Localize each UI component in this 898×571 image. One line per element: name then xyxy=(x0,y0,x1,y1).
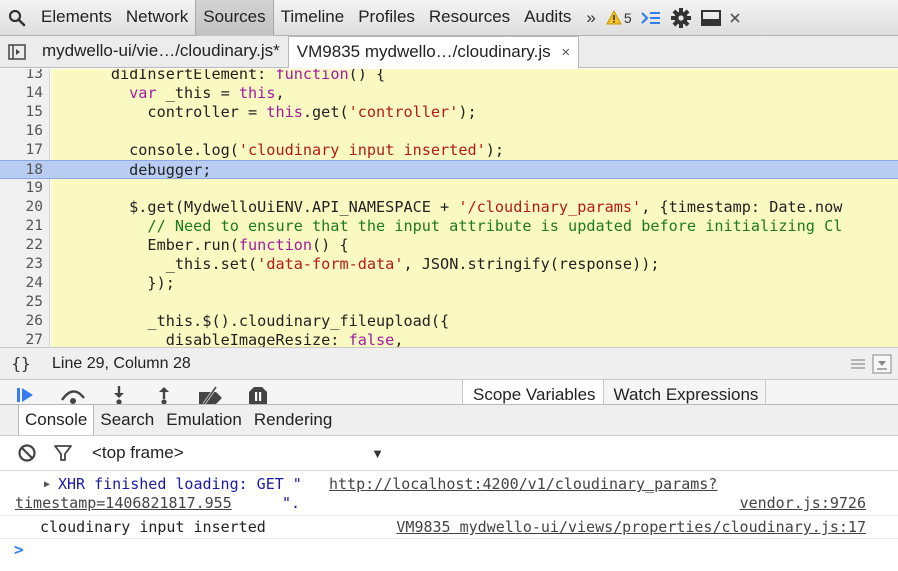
console-drawer-icon[interactable] xyxy=(636,0,666,36)
xhr-url-link[interactable]: http://localhost:4200/v1/cloudinary_para… xyxy=(329,475,717,493)
tab-timeline[interactable]: Timeline xyxy=(274,0,352,36)
code-line: 13 didInsertElement: function() { xyxy=(25,69,386,83)
tab-console[interactable]: Console xyxy=(18,405,95,435)
code-line: 16 xyxy=(25,123,43,139)
more-tabs-button[interactable]: » xyxy=(578,8,601,28)
step-into-icon[interactable] xyxy=(110,384,128,404)
tab-network[interactable]: Network xyxy=(119,0,195,36)
tab-sources[interactable]: Sources xyxy=(195,0,274,36)
xhr-message-suffix: ". xyxy=(282,494,301,512)
code-line: 17 console.log('cloudinary input inserte… xyxy=(25,141,505,159)
pretty-print-button[interactable]: {} xyxy=(0,354,42,373)
drawer-tabs: Console Search Emulation Rendering xyxy=(0,404,898,436)
message-divider xyxy=(0,538,898,539)
toggle-navigator-icon[interactable] xyxy=(0,36,34,67)
tab-rendering[interactable]: Rendering xyxy=(248,405,338,435)
message-divider xyxy=(0,515,898,516)
code-line: 26 _this.$().cloudinary_fileupload({ xyxy=(25,312,450,330)
warning-icon xyxy=(606,10,622,25)
drawer-lines-icon[interactable] xyxy=(850,357,866,371)
resume-icon[interactable] xyxy=(16,384,36,404)
close-icon[interactable] xyxy=(726,0,744,36)
tab-profiles[interactable]: Profiles xyxy=(351,0,422,36)
code-line: 14 var _this = this, xyxy=(25,84,285,102)
file-tabs: mydwello-ui/vie…/cloudinary.js* VM9835 m… xyxy=(0,36,898,68)
main-toolbar: Elements Network Sources Timeline Profil… xyxy=(0,0,898,36)
expand-triangle-icon[interactable]: ▶ xyxy=(44,479,50,490)
cursor-position: Line 29, Column 28 xyxy=(52,354,191,372)
deactivate-breakpoints-icon[interactable] xyxy=(196,384,226,404)
code-line: 24 }); xyxy=(25,274,175,292)
code-line: 27 disableImageResize: false, xyxy=(25,331,404,347)
tab-resources[interactable]: Resources xyxy=(422,0,517,36)
paused-line: 18 debugger; xyxy=(0,160,898,179)
debugger-controls: Scope Variables Watch Expressions xyxy=(0,380,898,404)
step-out-icon[interactable] xyxy=(155,384,173,404)
console-toolbar: <top frame> ▼ xyxy=(0,436,898,471)
file-tab-label: mydwello-ui/vie…/cloudinary.js* xyxy=(42,41,280,60)
warnings-button[interactable]: 5 xyxy=(602,10,636,26)
tab-search[interactable]: Search xyxy=(94,405,160,435)
code-line: 22 Ember.run(function() { xyxy=(25,236,349,254)
code-line: 15 controller = this.get('controller'); xyxy=(25,103,477,121)
dock-icon[interactable] xyxy=(696,0,726,36)
code-line: 20 $.get(MydwelloUiENV.API_NAMESPACE + '… xyxy=(25,198,843,216)
console-output: ▶ XHR finished loading: GET " http://loc… xyxy=(0,471,898,571)
tab-audits[interactable]: Audits xyxy=(517,0,578,36)
frame-select[interactable]: <top frame> ▼ xyxy=(92,443,384,463)
log-source-link[interactable]: VM9835 mydwello-ui/views/properties/clou… xyxy=(396,518,866,536)
code-line: 23 _this.set('data-form-data', JSON.stri… xyxy=(25,255,660,273)
file-tab-label: VM9835 mydwello…/cloudinary.js xyxy=(296,42,551,61)
code-editor[interactable]: 13 didInsertElement: function() { 14 var… xyxy=(0,69,898,347)
xhr-url-link[interactable]: timestamp=1406821817.955 xyxy=(15,494,232,512)
pause-on-exceptions-icon[interactable] xyxy=(247,384,269,404)
log-message: cloudinary input inserted xyxy=(40,518,266,536)
tab-scope-variables[interactable]: Scope Variables xyxy=(463,380,604,404)
clear-console-icon[interactable] xyxy=(12,436,42,470)
frame-select-value: <top frame> xyxy=(92,443,184,462)
search-icon[interactable] xyxy=(0,0,34,36)
file-tab-active[interactable]: VM9835 mydwello…/cloudinary.js × xyxy=(287,36,580,68)
code-line: 21 // Need to ensure that the input attr… xyxy=(25,217,843,235)
gear-icon[interactable] xyxy=(666,0,696,36)
code-line: 19 xyxy=(25,180,43,196)
step-over-icon[interactable] xyxy=(58,384,88,404)
chevron-down-icon: ▼ xyxy=(371,446,384,461)
tab-watch-expressions[interactable]: Watch Expressions xyxy=(604,380,767,404)
tab-emulation[interactable]: Emulation xyxy=(160,405,248,435)
warning-count: 5 xyxy=(623,9,632,26)
code-line: 25 xyxy=(25,294,43,310)
toggle-debugger-sidebar-icon[interactable] xyxy=(872,354,892,374)
xhr-message-prefix: XHR finished loading: GET " xyxy=(58,475,302,493)
tab-elements[interactable]: Elements xyxy=(34,0,119,36)
debugger-sidebar-tabs: Scope Variables Watch Expressions xyxy=(462,380,767,404)
filter-icon[interactable] xyxy=(48,436,78,470)
console-prompt[interactable]: > xyxy=(14,540,24,559)
editor-status-bar: {} Line 29, Column 28 xyxy=(0,347,898,380)
close-tab-icon[interactable]: × xyxy=(561,44,570,61)
file-tab[interactable]: mydwello-ui/vie…/cloudinary.js* xyxy=(34,36,288,67)
xhr-source-link[interactable]: vendor.js:9726 xyxy=(740,494,866,512)
